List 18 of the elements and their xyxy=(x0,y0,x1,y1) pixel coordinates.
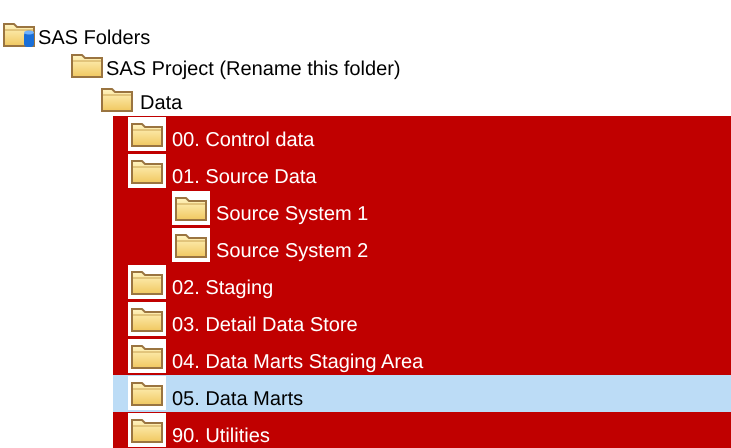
folder-icon xyxy=(128,117,166,151)
tree-item[interactable]: 01. Source Data xyxy=(113,153,731,190)
tree-item[interactable]: Source System 1 xyxy=(113,190,731,227)
folder-icon xyxy=(128,413,166,447)
tree-item[interactable]: 04. Data Marts Staging Area xyxy=(113,338,731,375)
folder-icon xyxy=(128,302,166,336)
folder-icon xyxy=(128,376,166,410)
folder-icon xyxy=(172,228,210,262)
tree-item[interactable]: 02. Staging xyxy=(113,264,731,301)
folder-icon xyxy=(128,339,166,373)
tree-item[interactable]: 03. Detail Data Store xyxy=(113,301,731,338)
tree-item[interactable]: 05. Data Marts xyxy=(113,375,731,412)
tree-item[interactable]: 90. Utilities xyxy=(113,412,731,448)
folder-icon xyxy=(128,154,166,188)
folder-icon xyxy=(172,191,210,225)
tree-item[interactable]: 00. Control data xyxy=(113,116,731,153)
folder-icon xyxy=(128,265,166,299)
tree-item[interactable]: Source System 2 xyxy=(113,227,731,264)
